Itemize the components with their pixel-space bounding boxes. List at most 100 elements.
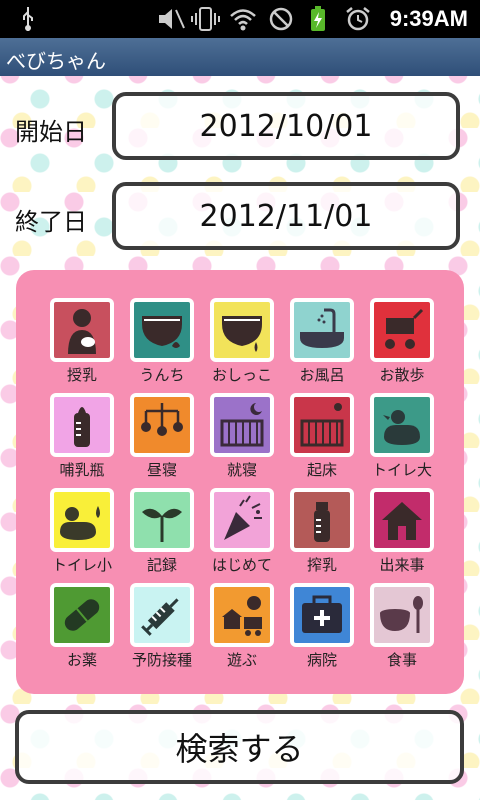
end-date-label: 終了日 (15, 208, 87, 236)
wifi-icon (230, 9, 256, 31)
category-stroller[interactable]: お散歩 (366, 298, 438, 390)
category-house[interactable]: 出来事 (366, 488, 438, 580)
block-icon (269, 7, 293, 31)
category-tile-background (374, 302, 430, 358)
end-date-field[interactable]: 2012/11/01 (112, 182, 460, 250)
potty-duck-icon (383, 410, 420, 445)
category-tile[interactable] (210, 583, 274, 647)
category-label: お薬 (66, 651, 97, 669)
category-tile[interactable] (130, 298, 194, 362)
category-breast-pump-bottle[interactable]: 搾乳 (286, 488, 358, 580)
category-toys[interactable]: 遊ぶ (206, 583, 278, 675)
category-tile[interactable] (130, 488, 194, 552)
toys-icon (222, 596, 262, 636)
category-label: 授乳 (66, 366, 97, 384)
category-party-popper[interactable]: はじめて (206, 488, 278, 580)
category-tile[interactable] (210, 393, 274, 457)
category-diaper-poop[interactable]: うんち (126, 298, 198, 390)
status-time: 9:39AM (389, 6, 468, 31)
vibrate-icon (191, 7, 220, 31)
category-label: 病院 (306, 651, 337, 669)
app-title-bar: べびちゃん (0, 38, 480, 76)
category-syringe[interactable]: 予防接種 (126, 583, 198, 675)
category-sprout[interactable]: 記録 (126, 488, 198, 580)
start-date-label: 開始日 (15, 118, 87, 146)
category-tile-background (214, 397, 270, 453)
nursing-icon (68, 309, 96, 354)
category-tile-background (54, 302, 110, 358)
category-tile-background (54, 492, 110, 548)
category-tile-background (374, 492, 430, 548)
category-grid: 授乳 うんち おしっこ お風呂 お散歩哺乳瓶 昼寝 就寝 起床 トイレ大トイレ小 記録 はじめて 搾乳… (16, 270, 464, 694)
category-crib-moon[interactable]: 就寝 (206, 393, 278, 485)
category-tile-background (134, 587, 190, 643)
category-tile[interactable] (210, 488, 274, 552)
category-tile[interactable] (210, 298, 274, 362)
category-label: 昼寝 (146, 461, 177, 479)
category-tile-background (374, 397, 430, 453)
search-button[interactable]: 検索する (15, 710, 464, 784)
category-tile[interactable] (290, 393, 354, 457)
category-label: 出来事 (379, 556, 425, 574)
category-potty-duck-drop[interactable]: トイレ小 (46, 488, 118, 580)
category-label: 就寝 (226, 461, 257, 479)
pill-icon (64, 599, 100, 631)
mobile-icon (141, 403, 183, 436)
diaper-poop-icon (142, 316, 182, 348)
party-popper-icon (224, 495, 262, 540)
category-pill[interactable]: お薬 (46, 583, 118, 675)
status-bar: 9:39AM (0, 0, 480, 38)
category-baby-bottle[interactable]: 哺乳瓶 (46, 393, 118, 485)
usb-icon (23, 7, 33, 31)
crib-sun-icon (300, 403, 344, 447)
category-tile-background (134, 492, 190, 548)
category-tile-background (294, 492, 350, 548)
category-tile[interactable] (290, 298, 354, 362)
category-tile[interactable] (290, 488, 354, 552)
category-label: トイレ小 (51, 556, 112, 574)
diaper-pee-icon (222, 316, 262, 352)
category-tile[interactable] (290, 583, 354, 647)
category-tile-background (134, 302, 190, 358)
battery-charging-icon (311, 6, 325, 31)
category-tile[interactable] (50, 583, 114, 647)
category-tile-background (214, 492, 270, 548)
category-tile-background (214, 587, 270, 643)
category-tile[interactable] (370, 583, 434, 647)
category-tile-background (54, 397, 110, 453)
category-tile[interactable] (370, 393, 434, 457)
category-label: 食事 (386, 651, 417, 669)
category-potty-duck[interactable]: トイレ大 (366, 393, 438, 485)
category-tile[interactable] (370, 488, 434, 552)
potty-duck-drop-icon (60, 506, 100, 540)
syringe-icon (141, 598, 179, 636)
category-tile[interactable] (370, 298, 434, 362)
bowl-spoon-icon (380, 596, 423, 633)
start-date-field[interactable]: 2012/10/01 (112, 92, 460, 160)
category-tile[interactable] (50, 488, 114, 552)
sprout-icon (142, 508, 182, 542)
category-label: 記録 (146, 556, 177, 574)
category-tile-background (374, 587, 430, 643)
category-bowl-spoon[interactable]: 食事 (366, 583, 438, 675)
category-hospital-bag[interactable]: 病院 (286, 583, 358, 675)
category-label: 搾乳 (306, 556, 337, 574)
category-tile[interactable] (50, 393, 114, 457)
category-tile[interactable] (130, 393, 194, 457)
category-label: お散歩 (379, 366, 425, 384)
category-nursing[interactable]: 授乳 (46, 298, 118, 390)
app-title: べびちゃん (6, 49, 106, 73)
category-crib-sun[interactable]: 起床 (286, 393, 358, 485)
category-label: うんち (139, 366, 185, 384)
category-mobile[interactable]: 昼寝 (126, 393, 198, 485)
baby-bottle-icon (74, 407, 90, 447)
category-bath[interactable]: お風呂 (286, 298, 358, 390)
hospital-bag-icon (302, 595, 342, 633)
category-diaper-pee[interactable]: おしっこ (206, 298, 278, 390)
category-tile[interactable] (50, 298, 114, 362)
category-tile[interactable] (130, 583, 194, 647)
stroller-icon (385, 308, 424, 349)
category-label: 遊ぶ (226, 651, 257, 669)
category-tile-background (134, 397, 190, 453)
category-label: トイレ大 (371, 461, 432, 479)
